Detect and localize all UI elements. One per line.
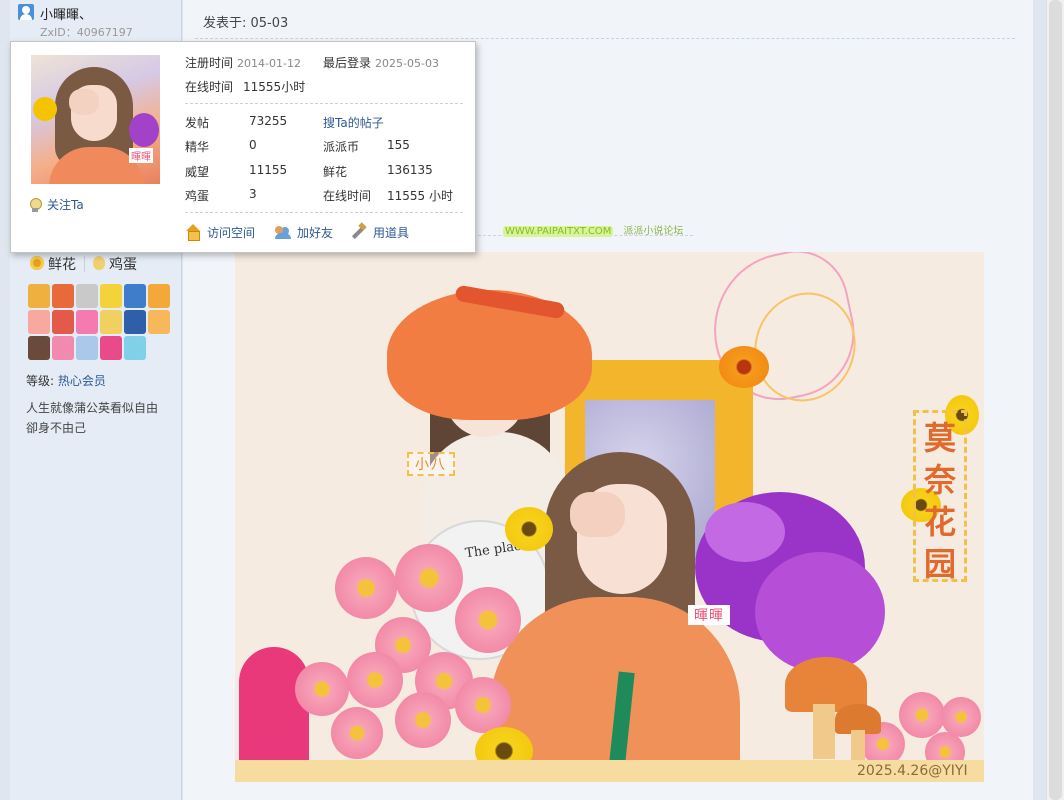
medal-icon[interactable]: [100, 336, 122, 360]
tool-icon: [351, 224, 367, 240]
yellow-flower: [719, 346, 769, 388]
avatar-tag: 暉暉: [129, 148, 153, 163]
pink-poppy: [295, 662, 349, 716]
medal-icon[interactable]: [124, 336, 146, 360]
image-title: 莫 奈 花 园: [913, 410, 967, 583]
user-signature: 人生就像蒲公英看似自由卻身不由己: [26, 401, 159, 435]
give-egg-button[interactable]: 鸡蛋: [93, 256, 137, 273]
coins-count: 155: [387, 138, 410, 152]
divider: [195, 38, 1015, 39]
flowers-count: 136135: [387, 163, 433, 177]
online-hours: 11555 小时: [387, 189, 453, 203]
purple-flower: [755, 552, 885, 672]
user-level: 等级: 热心会员: [26, 374, 106, 388]
user-info-popup: 暉暉 关注Ta 注册时间 2014-01-12 最后登录 2025-05-03 在线…: [10, 41, 476, 253]
give-flower-button[interactable]: 鲜花: [30, 256, 76, 273]
mushroom-stem: [813, 704, 835, 759]
medal-icon[interactable]: [52, 336, 74, 360]
follow-button[interactable]: 关注Ta: [29, 196, 84, 213]
pink-poppy: [331, 707, 383, 759]
pink-poppy: [335, 557, 397, 619]
home-icon: [185, 224, 201, 241]
author-zxid: ZxID：40967197: [40, 26, 133, 39]
visit-space-button[interactable]: 访问空间: [185, 224, 255, 241]
purple-flower: [705, 502, 785, 562]
girl-hand: [570, 492, 625, 537]
pink-poppy: [395, 544, 463, 612]
medal-icon[interactable]: [28, 284, 50, 308]
egg-icon: [93, 256, 105, 270]
flower-icon: [30, 256, 44, 270]
medal-icon[interactable]: [28, 310, 50, 334]
pink-poppy: [347, 652, 403, 708]
medal-icon[interactable]: [124, 284, 146, 308]
user-icon: [18, 4, 34, 20]
scrollbar-thumb[interactable]: [1049, 0, 1062, 800]
pink-poppy: [941, 697, 981, 737]
title-char: 莫: [924, 419, 957, 457]
add-friend-button[interactable]: 加好友: [275, 224, 333, 241]
friends-icon: [275, 224, 291, 240]
reg-time: 注册时间 2014-01-12: [185, 56, 301, 70]
title-char: 园: [924, 545, 957, 583]
character-tag: 暉暉: [688, 605, 730, 625]
post-date: 发表于: 05-03: [203, 16, 289, 31]
medal-icon[interactable]: [148, 310, 170, 334]
online-time: 在线时间 11555小时: [185, 80, 306, 94]
avatar[interactable]: 暉暉: [31, 55, 160, 184]
eggs-count: 3: [249, 187, 257, 201]
medal-icon[interactable]: [76, 336, 98, 360]
site-watermark: WWW.PAIPAITXT.COM 派派小说论坛: [503, 226, 684, 237]
title-char: 奈: [924, 461, 957, 499]
forum-page: 小暉暉、 ZxID：40967197 鲜花 鸡蛋 等级: 热心会员 人生就像蒲公…: [0, 0, 1064, 800]
artist-signature: 2025.4.26@YIYI: [857, 763, 968, 779]
mushroom-stem: [851, 730, 865, 762]
level-link[interactable]: 热心会员: [58, 374, 106, 388]
scrollbar[interactable]: [1046, 0, 1064, 800]
pink-poppy: [899, 692, 945, 738]
bulb-icon: [29, 198, 42, 212]
divider: [84, 256, 85, 272]
title-char: 花: [924, 503, 957, 541]
search-posts-link[interactable]: 搜Ta的帖子: [323, 114, 384, 131]
medal-icon[interactable]: [100, 310, 122, 334]
pink-poppy: [455, 587, 521, 653]
digest-count: 0: [249, 138, 257, 152]
medal-icon[interactable]: [76, 284, 98, 308]
posts-count: 73255: [249, 114, 288, 128]
medal-icon[interactable]: [148, 284, 170, 308]
medal-icon[interactable]: [52, 310, 74, 334]
prestige-count: 11155: [249, 163, 288, 177]
character-tag: 小八: [407, 452, 455, 476]
last-login: 最后登录 2025-05-03: [323, 56, 439, 70]
medal-icon[interactable]: [100, 284, 122, 308]
medal-icon[interactable]: [76, 310, 98, 334]
use-tool-button[interactable]: 用道具: [351, 224, 409, 241]
medal-icon[interactable]: [52, 284, 74, 308]
post-image[interactable]: The place 小八 暉暉 莫 奈 花 园 2025.4.26@YIYI: [235, 252, 984, 782]
gift-row: 鲜花 鸡蛋: [30, 254, 137, 274]
divider: [185, 212, 463, 213]
divider: [185, 103, 463, 104]
yellow-flower: [505, 507, 553, 551]
pink-poppy: [395, 692, 451, 748]
pink-poppy: [455, 677, 511, 733]
medal-icon[interactable]: [28, 336, 50, 360]
author-name[interactable]: 小暉暉、: [40, 4, 92, 23]
medal-icon[interactable]: [124, 310, 146, 334]
